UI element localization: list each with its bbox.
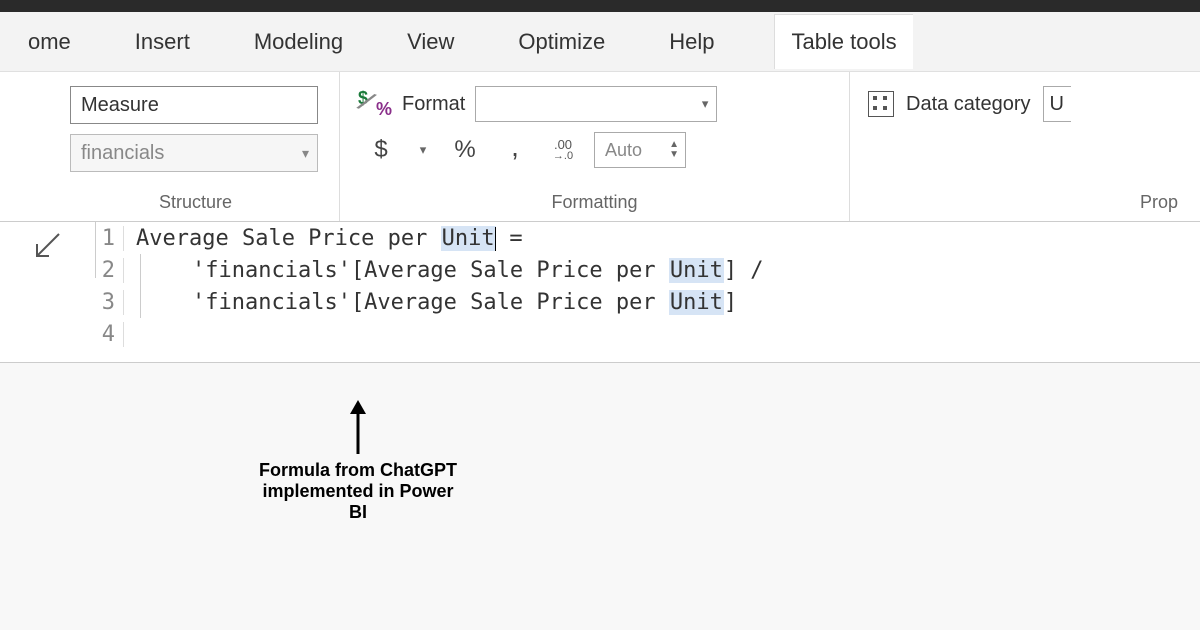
editor-line[interactable]: 2'financials'[Average Sale Price per Uni… [96, 254, 1200, 286]
chevron-down-icon: ▾ [302, 145, 309, 162]
home-table-value: financials [81, 142, 164, 165]
editor-line[interactable]: 1Average Sale Price per Unit = [96, 222, 1200, 254]
tab-home[interactable]: ome [24, 15, 75, 69]
ribbon-group-structure: financials ▾ Structure [0, 72, 340, 221]
line-number: 4 [96, 322, 124, 347]
editor-line[interactable]: 4 [96, 318, 1200, 350]
decimal-places-icon: .00→.0 [548, 133, 578, 167]
group-label-properties: Prop [868, 188, 1182, 215]
percent-button[interactable]: % [448, 133, 482, 167]
chevron-down-icon: ▾ [702, 96, 709, 112]
line-number: 1 [96, 226, 124, 251]
decimal-places-input[interactable]: Auto ▲▼ [594, 132, 686, 168]
code-content[interactable]: 'financials'[Average Sale Price per Unit… [124, 290, 737, 315]
tab-help[interactable]: Help [665, 15, 718, 69]
tab-view[interactable]: View [403, 15, 458, 69]
tab-insert[interactable]: Insert [131, 15, 194, 69]
ribbon-group-properties: Data category U Prop [850, 72, 1200, 221]
ribbon-body: financials ▾ Structure $⁄% Format ▾ $ ▾ … [0, 72, 1200, 222]
format-label: Format [402, 93, 465, 116]
ribbon-group-formatting: $⁄% Format ▾ $ ▾ % , .00→.0 Auto ▲▼ [340, 72, 850, 221]
group-label-formatting: Formatting [358, 188, 831, 215]
tab-modeling[interactable]: Modeling [250, 15, 347, 69]
data-category-label: Data category [906, 93, 1031, 116]
line-number: 2 [96, 258, 124, 283]
format-icon: $⁄% [358, 90, 392, 118]
home-table-select[interactable]: financials ▾ [70, 134, 318, 172]
group-label-structure: Structure [70, 188, 321, 215]
dax-editor[interactable]: 1Average Sale Price per Unit =2'financia… [96, 222, 1200, 362]
line-number: 3 [96, 290, 124, 315]
thousands-separator-button[interactable]: , [498, 133, 532, 167]
currency-dropdown-chevron[interactable]: ▾ [414, 133, 432, 167]
window-topbar [0, 0, 1200, 12]
editor-line[interactable]: 3'financials'[Average Sale Price per Uni… [96, 286, 1200, 318]
data-category-icon [868, 91, 894, 117]
measure-name-input[interactable] [70, 86, 318, 124]
currency-button[interactable]: $ [364, 133, 398, 167]
indent-guide [140, 254, 141, 318]
formula-bar: 1Average Sale Price per Unit =2'financia… [0, 222, 1200, 363]
annotation-text: Formula from ChatGPT implemented in Powe… [258, 460, 458, 523]
format-dropdown[interactable]: ▾ [475, 86, 717, 122]
code-content[interactable]: 'financials'[Average Sale Price per Unit… [124, 258, 764, 283]
spinner-icon[interactable]: ▲▼ [669, 140, 679, 160]
tab-optimize[interactable]: Optimize [514, 15, 609, 69]
tab-table-tools[interactable]: Table tools [774, 14, 912, 69]
ribbon-tabs: ome Insert Modeling View Optimize Help T… [0, 12, 1200, 72]
decimal-places-value: Auto [605, 140, 642, 161]
code-content[interactable]: Average Sale Price per Unit = [124, 226, 523, 251]
formula-expand-handle[interactable] [0, 222, 96, 278]
data-category-dropdown[interactable]: U [1043, 86, 1071, 122]
annotation-callout: Formula from ChatGPT implemented in Powe… [258, 400, 458, 523]
